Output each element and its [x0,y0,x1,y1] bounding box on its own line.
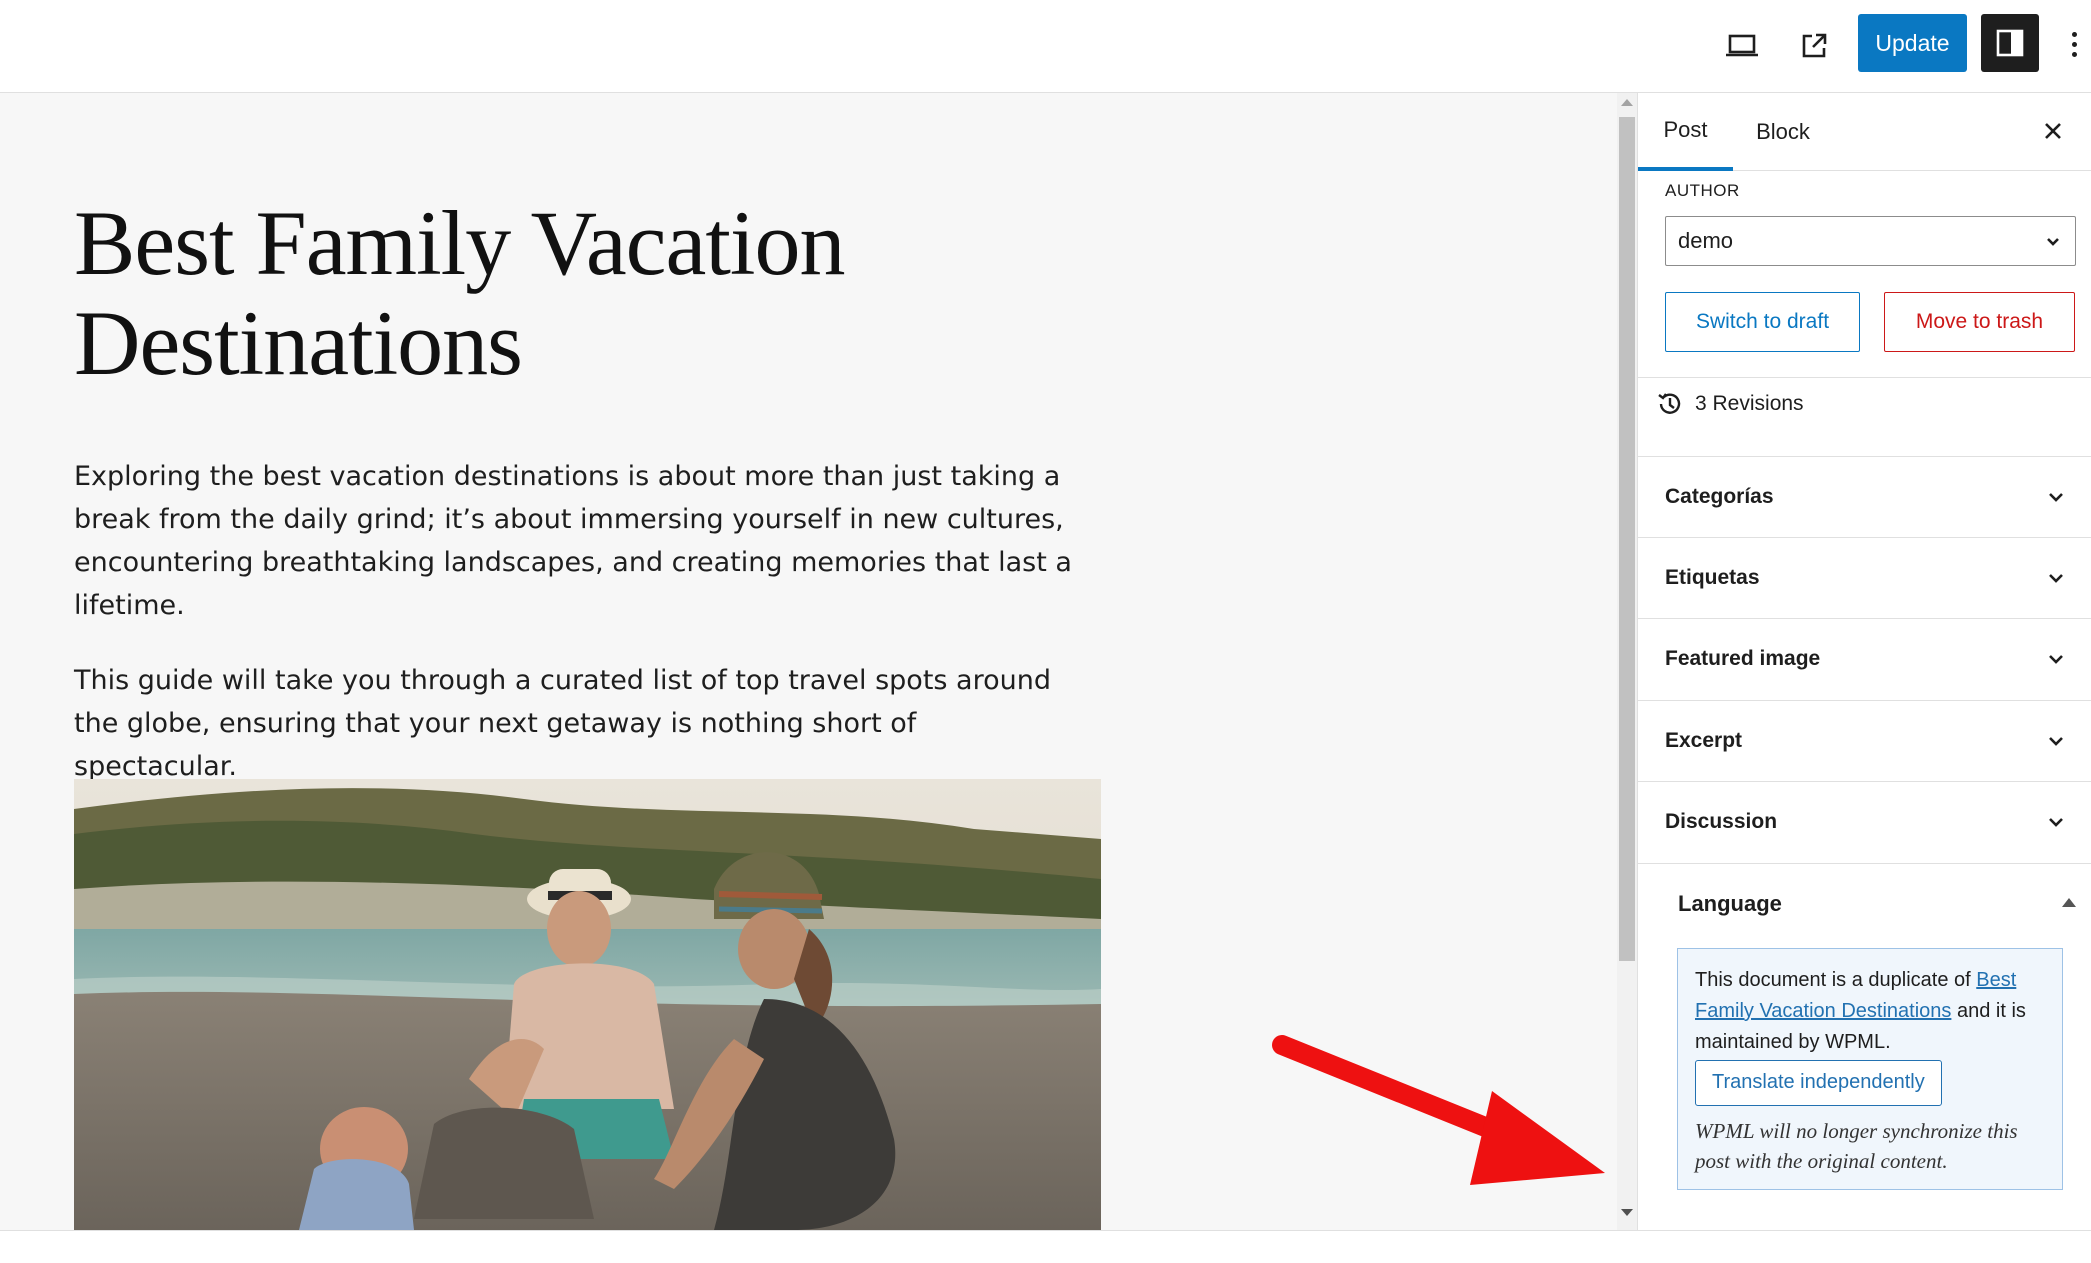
editor-screen: Update Best Family Vacation Destinations… [0,0,2091,1263]
sidebar-toggle-button[interactable] [1981,14,2039,72]
editor-canvas[interactable]: Best Family Vacation Destinations Explor… [0,93,1617,1230]
sidebar-toggle-icon [1996,29,2024,57]
canvas-scrollbar[interactable] [1617,93,1637,1230]
translate-independently-button[interactable]: Translate independently [1695,1060,1942,1106]
author-select[interactable]: demo [1665,216,2076,266]
chevron-down-icon [2049,818,2063,827]
paragraph-block[interactable]: This guide will take you through a curat… [74,659,1084,788]
settings-sidebar: Post Block AUTHOR demo Switch to draft M… [1637,93,2091,1230]
chevron-down-icon [2047,238,2059,246]
sidebar-tabs: Post Block [1638,93,2091,171]
panel-discussion[interactable]: Discussion [1638,782,2091,862]
author-select-value: demo [1678,228,1734,253]
top-toolbar: Update [0,0,2091,93]
collapse-triangle-icon [2062,898,2076,907]
panel-categories[interactable]: Categorías [1638,457,2091,537]
external-link-icon[interactable] [1790,22,1838,70]
device-preview-icon[interactable] [1718,22,1766,70]
scroll-thumb[interactable] [1619,117,1635,961]
divider [1638,863,2091,864]
panel-language[interactable]: Language [1638,865,2091,943]
wpml-duplicate-notice: This document is a duplicate of Best Fam… [1677,948,2063,1190]
language-header-label: Language [1678,891,1782,916]
chevron-down-icon [2049,655,2063,664]
panel-label: Etiquetas [1665,566,1760,589]
panel-tags[interactable]: Etiquetas [1638,538,2091,618]
scroll-down-arrow-icon[interactable] [1621,1209,1633,1216]
post-title[interactable]: Best Family Vacation Destinations [74,193,974,393]
history-icon [1658,393,1681,414]
update-button[interactable]: Update [1858,14,1967,72]
red-arrow-icon [1272,1035,1605,1185]
notice-prefix: This document is a duplicate of [1695,969,1977,991]
panel-label: Categorías [1665,485,1774,508]
panel-label: Featured image [1665,647,1821,670]
panel-label: Discussion [1665,810,1778,833]
paragraph-block[interactable]: Exploring the best vacation destinations… [74,455,1084,627]
beach-family-image[interactable] [74,779,1101,1230]
chevron-down-icon [2049,574,2063,583]
panel-label: Excerpt [1665,729,1743,752]
switch-to-draft-button[interactable]: Switch to draft [1665,292,1860,352]
revisions-label: 3 Revisions [1695,392,1804,415]
tab-block[interactable]: Block [1738,93,1828,171]
notice-note: WPML will no longer synchronize this pos… [1695,1119,2018,1173]
bottom-bar [0,1230,2091,1263]
more-options-icon[interactable] [2062,24,2086,64]
move-to-trash-button[interactable]: Move to trash [1884,292,2075,352]
panel-featured-image[interactable]: Featured image [1638,619,2091,699]
panel-excerpt[interactable]: Excerpt [1638,701,2091,781]
chevron-down-icon [2049,737,2063,746]
tab-post[interactable]: Post [1638,93,1733,171]
author-label: AUTHOR [1665,181,1740,200]
scroll-up-arrow-icon[interactable] [1621,99,1633,106]
chevron-down-icon [2049,493,2063,502]
close-icon[interactable] [2035,113,2071,149]
notice-text: This document is a duplicate of Best Fam… [1695,965,2045,1058]
revisions-link[interactable]: 3 Revisions [1655,376,1804,432]
